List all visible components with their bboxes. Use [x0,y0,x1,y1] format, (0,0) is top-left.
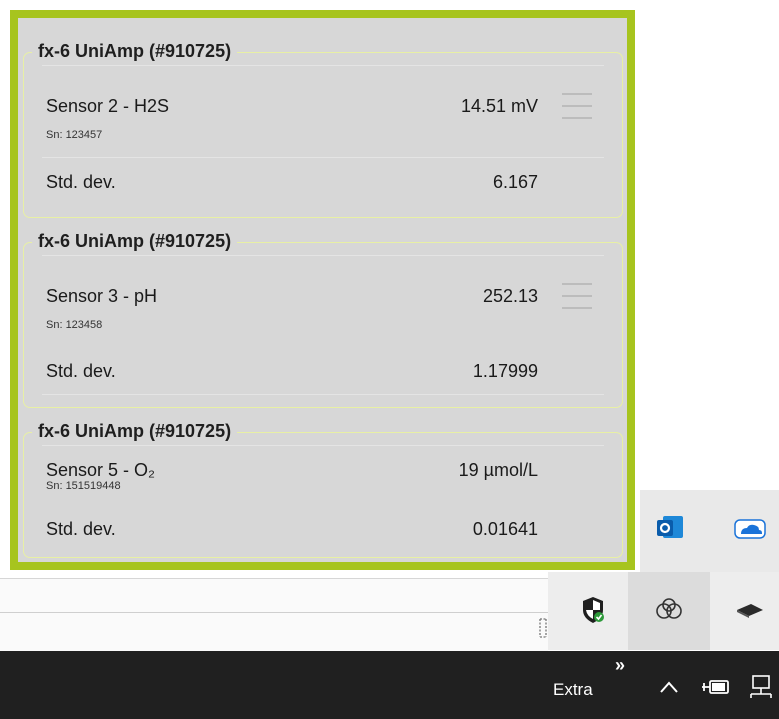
sensor-panel-body: fx-6 UniAmp (#910725) Sensor 2 - H2S Sn:… [18,18,627,562]
background-window [0,578,548,651]
serial-number: Sn: 123457 [46,129,103,141]
divider [42,445,604,446]
onedrive-icon[interactable] [733,518,767,540]
sensor-panel: fx-6 UniAmp (#910725) Sensor 2 - H2S Sn:… [10,10,635,570]
sensor-value: 19 µmol/L [458,460,538,480]
divider [42,65,604,66]
linked-circles-app-icon[interactable] [653,597,685,623]
serial-number: Sn: 123458 [46,319,103,331]
divider [42,394,604,395]
device-group: fx-6 UniAmp (#910725) Sensor 5 - O₂ Sn: … [23,420,623,558]
outlook-icon[interactable] [655,512,685,542]
sensor-value: 14.51 mV [460,96,538,116]
usb-device-icon[interactable] [733,600,767,620]
serial-number: Sn: 151519448 [46,480,121,492]
cursor-resize-icon [536,617,550,639]
std-dev-value: 6.167 [492,172,538,192]
show-hidden-icons-chevron-icon[interactable] [658,679,680,695]
sensor-name: Sensor 3 - pH [46,286,158,306]
windows-security-icon[interactable] [580,595,606,625]
taskbar: » Extra [0,651,779,719]
hamburger-menu-icon[interactable] [562,93,592,127]
network-icon[interactable] [745,674,775,700]
background-divider [0,612,548,613]
device-title: fx-6 UniAmp (#910725) [32,420,238,442]
std-dev-label: Std. dev. [46,519,116,539]
taskbar-label[interactable]: Extra [553,680,593,700]
divider [42,255,604,256]
power-plug-icon[interactable] [700,676,730,698]
divider [42,157,604,158]
overflow-chevron-icon[interactable]: » [615,655,625,676]
device-group: fx-6 UniAmp (#910725) Sensor 2 - H2S Sn:… [23,40,623,218]
device-title: fx-6 UniAmp (#910725) [32,40,238,62]
sensor-value: 252.13 [482,286,538,306]
hamburger-menu-icon[interactable] [562,283,592,317]
std-dev-value: 1.17999 [472,361,538,381]
std-dev-label: Std. dev. [46,172,116,192]
std-dev-value: 0.01641 [472,519,538,539]
sensor-name: Sensor 5 - O₂ [46,460,156,480]
sensor-name: Sensor 2 - H2S [46,96,170,116]
device-title: fx-6 UniAmp (#910725) [32,230,238,252]
std-dev-label: Std. dev. [46,361,116,381]
device-group: fx-6 UniAmp (#910725) Sensor 3 - pH Sn: … [23,230,623,408]
